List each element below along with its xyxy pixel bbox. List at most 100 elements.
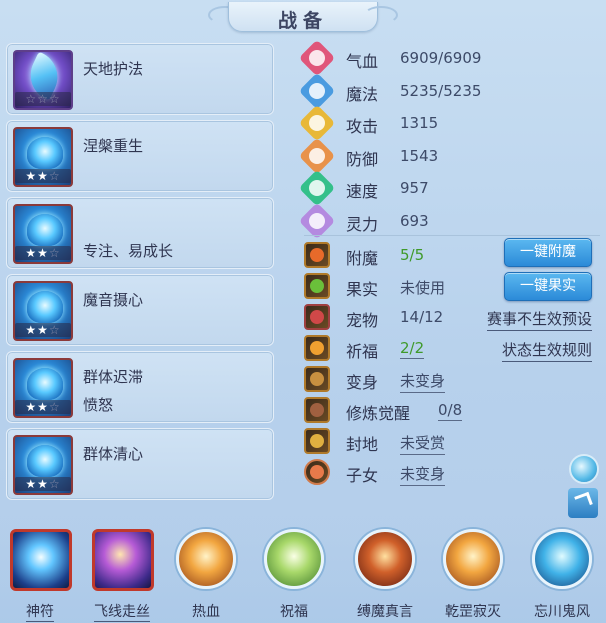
lightning-icon (298, 169, 336, 207)
skill-card[interactable]: ★★☆ 群体迟滞 愤怒 (6, 351, 274, 423)
silk-thread-icon (92, 529, 154, 591)
enhance-value[interactable]: 未变身 (400, 370, 446, 393)
enhance-label: 宠物 (346, 311, 379, 330)
stat-row: 攻击 1315 (298, 104, 604, 142)
stat-row: 防御 1543 (298, 137, 604, 174)
stat-value: 693 (400, 211, 429, 230)
share-icon[interactable] (568, 488, 598, 518)
stat-value: 957 (400, 179, 429, 197)
stat-value: 5235/5235 (400, 81, 482, 100)
enhance-value[interactable]: 0/8 (438, 401, 463, 421)
refresh-icon[interactable] (569, 454, 599, 484)
stat-value: 1315 (400, 114, 439, 132)
enhance-row: 宠物 14/12 赛事不生效预设 (304, 302, 604, 333)
stat-row: 魔法 5235/5235 (298, 72, 604, 109)
skill-slot-label: 神符 (26, 604, 54, 622)
enhance-value[interactable]: 未受赏 (400, 432, 446, 455)
stat-row: 速度 957 (298, 169, 604, 207)
star-rating: ★★☆ (15, 169, 71, 183)
qiangang-icon (443, 529, 503, 589)
enhancement-list: 附魔 5/5 一键附魔 果实 未使用 一键果实 宠物 14/12 赛事不生效预设… (304, 238, 604, 488)
stat-value: 1543 (400, 146, 439, 165)
stat-row: 气血 6909/6909 (298, 39, 604, 77)
skill-name: 天地护法 (83, 60, 144, 78)
skill-card[interactable]: ☆☆☆ 天地护法 (6, 43, 274, 115)
shield-icon (298, 137, 336, 174)
stat-label: 防御 (346, 149, 379, 169)
helmet-icon (27, 445, 63, 477)
skill-card[interactable]: ★★☆ 专注、易成长 (6, 197, 274, 269)
skill-slot[interactable]: 神符 (4, 529, 76, 623)
skill-name: 魔音摄心 (83, 291, 144, 309)
enhance-row: 附魔 5/5 一键附魔 (304, 238, 604, 271)
star-rating: ★★☆ (15, 477, 71, 491)
spirit-icon (298, 202, 336, 239)
enhance-label: 修炼觉醒 (346, 404, 411, 423)
ghost-wind-icon (532, 529, 592, 589)
heart-icon (298, 39, 336, 77)
stat-label: 速度 (346, 182, 379, 201)
blessing-icon (304, 335, 330, 361)
title-banner: 战备 (208, 0, 398, 34)
skill-slot[interactable]: 飞线走丝 (86, 529, 158, 623)
skill-slot-label: 缚魔真言 (357, 604, 413, 620)
binding-demon-icon (355, 529, 415, 589)
skill-slot[interactable]: 热血 (170, 529, 242, 623)
stat-row: 灵力 693 (298, 202, 604, 239)
enhance-value[interactable]: 未变身 (400, 463, 446, 486)
mana-icon (298, 72, 336, 109)
skill-slot[interactable]: 乾罡寂灭 (437, 529, 509, 623)
vortex-icon (27, 291, 63, 323)
skill-slot-label: 忘川鬼风 (534, 604, 590, 620)
enhance-label: 果实 (346, 280, 379, 299)
enhance-row: 修炼觉醒 0/8 (304, 395, 604, 426)
page-title: 战备 (277, 10, 328, 32)
skill-card[interactable]: ★★☆ 魔音摄心 (6, 274, 274, 346)
enhance-value[interactable]: 2/2 (400, 339, 425, 359)
helmet-icon (27, 214, 63, 246)
fruit-icon (304, 273, 330, 299)
skill-bar: 神符 飞线走丝 热血 祝福 缚魔真言 乾罡寂灭 忘川鬼风 (0, 523, 606, 623)
skill-card[interactable]: ★★☆ 涅槃重生 (6, 120, 274, 192)
enhance-label: 附魔 (346, 249, 379, 268)
skill-slot[interactable]: 忘川鬼风 (526, 529, 598, 623)
skill-slot-label: 祝福 (280, 604, 308, 620)
status-rule-link[interactable]: 状态生效规则 (501, 339, 592, 362)
pet-icon (304, 304, 330, 330)
enhance-row: 封地 未受赏 (304, 426, 604, 457)
skill-list: ☆☆☆ 天地护法 ★★☆ 涅槃重生 ★★☆ 专注、易成长 ★★☆ 魔音摄心 ★★… (6, 43, 274, 505)
child-icon (304, 459, 330, 485)
enhance-row: 变身 未变身 (304, 364, 604, 395)
helmet-icon (27, 368, 63, 400)
helmet-icon (27, 137, 63, 169)
skill-card[interactable]: ★★☆ 群体清心 (6, 428, 274, 500)
one-click-enchant-button[interactable]: 一键附魔 (504, 238, 592, 267)
enhance-label: 封地 (346, 435, 379, 454)
rune-icon (10, 529, 72, 591)
enhance-label: 祈福 (346, 342, 379, 361)
skill-trait: 愤怒 (83, 396, 114, 414)
skill-slot[interactable]: 缚魔真言 (349, 529, 421, 623)
attack-icon (298, 104, 336, 142)
skill-slot-label: 热血 (192, 604, 220, 620)
skill-name: 涅槃重生 (83, 137, 144, 155)
enhance-value: 未使用 (400, 279, 446, 297)
stat-label: 气血 (346, 52, 379, 71)
pet-preset-link[interactable]: 赛事不生效预设 (486, 308, 592, 331)
attribute-list: 气血 6909/6909 魔法 5235/5235 攻击 1315 防御 154… (298, 39, 604, 239)
enchant-icon (304, 242, 330, 268)
enhance-label: 变身 (346, 373, 379, 392)
skill-name: 群体清心 (83, 445, 144, 463)
skill-slot-label: 飞线走丝 (94, 604, 150, 622)
blessing-skill-icon (264, 529, 324, 589)
transform-icon (304, 366, 330, 392)
one-click-fruit-button[interactable]: 一键果实 (504, 272, 592, 301)
enhance-value: 14/12 (400, 308, 444, 326)
territory-icon (304, 428, 330, 454)
star-rating: ★★☆ (15, 323, 71, 337)
enhance-value: 5/5 (400, 246, 425, 264)
skill-trait: 专注、易成长 (83, 242, 174, 260)
skill-name: 群体迟滞 (83, 368, 144, 386)
skill-slot[interactable]: 祝福 (258, 529, 330, 623)
divider (304, 235, 600, 236)
